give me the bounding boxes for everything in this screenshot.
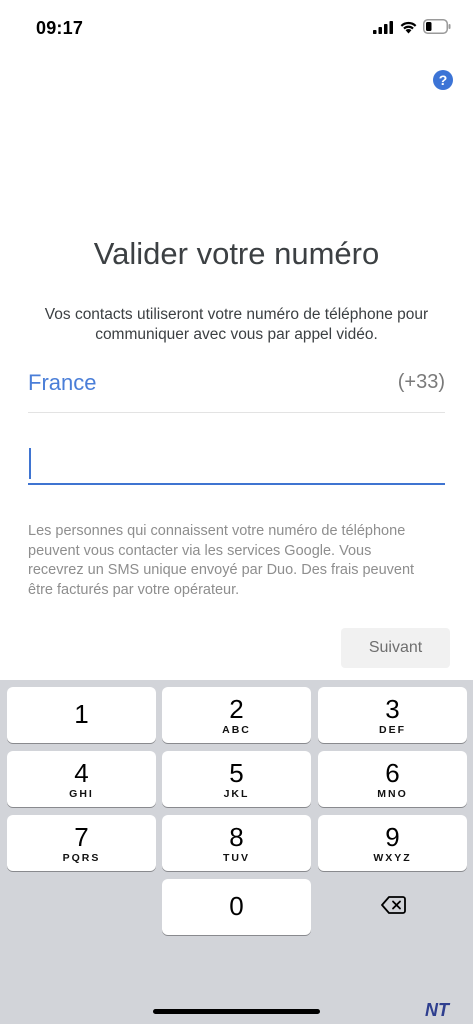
key-digit: 7	[74, 822, 89, 852]
country-selector[interactable]: France (+33)	[28, 366, 445, 413]
key-letters: GHI	[69, 788, 94, 800]
key-letters: DEF	[379, 724, 406, 736]
phone-screen: 09:17 ? Valider votre numéro Vos contact…	[0, 0, 473, 1024]
battery-icon	[423, 19, 451, 34]
key-digit: 8	[229, 822, 244, 852]
watermark-logo: NT	[425, 1000, 449, 1020]
cellular-signal-icon	[373, 21, 393, 34]
key-letters: TUV	[223, 852, 250, 864]
key-digit: 3	[385, 694, 400, 724]
key-letters: MNO	[377, 788, 408, 800]
key-8[interactable]: 8 TUV	[162, 815, 311, 871]
backspace-icon	[381, 896, 406, 914]
phone-number-input[interactable]	[28, 440, 445, 485]
key-2[interactable]: 2 ABC	[162, 687, 311, 743]
key-5[interactable]: 5 JKL	[162, 751, 311, 807]
key-digit: 1	[74, 699, 89, 729]
key-7[interactable]: 7 PQRS	[7, 815, 156, 871]
key-letters: PQRS	[62, 852, 101, 864]
key-letters: JKL	[223, 788, 250, 800]
key-4[interactable]: 4 GHI	[7, 751, 156, 807]
key-digit: 5	[229, 758, 244, 788]
key-letters: WXYZ	[373, 852, 412, 864]
next-button[interactable]: Suivant	[341, 628, 450, 668]
key-0[interactable]: 0	[162, 879, 311, 935]
backspace-key[interactable]	[318, 879, 467, 935]
key-1[interactable]: 1	[7, 687, 156, 743]
page-title: Valider votre numéro	[93, 236, 380, 271]
key-letters: ABC	[222, 724, 251, 736]
numeric-keypad: 1 2 ABC 3 DEF 4 GHI 5 JKL 6 MNO 7 PQRS 8…	[0, 680, 473, 1024]
key-9[interactable]: 9 WXYZ	[318, 815, 467, 871]
key-digit: 2	[229, 694, 244, 724]
key-3[interactable]: 3 DEF	[318, 687, 467, 743]
description-text: Vos contacts utiliseront votre numéro de…	[44, 306, 429, 343]
key-digit: 4	[74, 758, 89, 788]
key-digit: 0	[229, 891, 244, 921]
svg-text:?: ?	[439, 72, 448, 88]
status-bar: 09:17	[0, 0, 473, 56]
home-indicator[interactable]	[153, 1009, 320, 1014]
key-6[interactable]: 6 MNO	[318, 751, 467, 807]
text-cursor	[29, 448, 31, 479]
key-digit: 6	[385, 758, 400, 788]
country-name: France	[28, 370, 97, 395]
status-time: 09:17	[36, 18, 84, 38]
country-code: (+33)	[397, 371, 445, 393]
wifi-icon	[400, 21, 417, 34]
notice-text: Les personnes qui connaissent votre numé…	[28, 523, 415, 598]
help-icon[interactable]: ?	[433, 70, 453, 90]
key-digit: 9	[385, 822, 400, 852]
